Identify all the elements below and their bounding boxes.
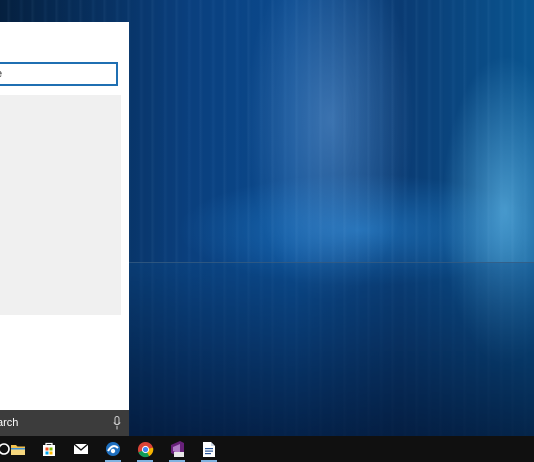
microphone-icon[interactable] — [113, 416, 121, 430]
search-results-area — [0, 95, 121, 315]
app-icon[interactable] — [101, 438, 125, 462]
visual-studio-icon[interactable] — [165, 438, 189, 462]
taskbar — [0, 436, 534, 462]
search-box[interactable]: e — [0, 62, 118, 86]
store-icon[interactable] — [37, 438, 61, 460]
search-bar-label: arch — [0, 417, 19, 429]
document-icon[interactable] — [197, 438, 221, 462]
file-explorer-icon[interactable] — [6, 438, 30, 460]
chrome-icon[interactable] — [133, 438, 157, 462]
search-box-text: e — [0, 68, 2, 80]
mail-icon[interactable] — [69, 438, 93, 460]
taskbar-search-bar[interactable]: arch — [0, 410, 129, 436]
start-search-panel: e — [0, 22, 129, 410]
